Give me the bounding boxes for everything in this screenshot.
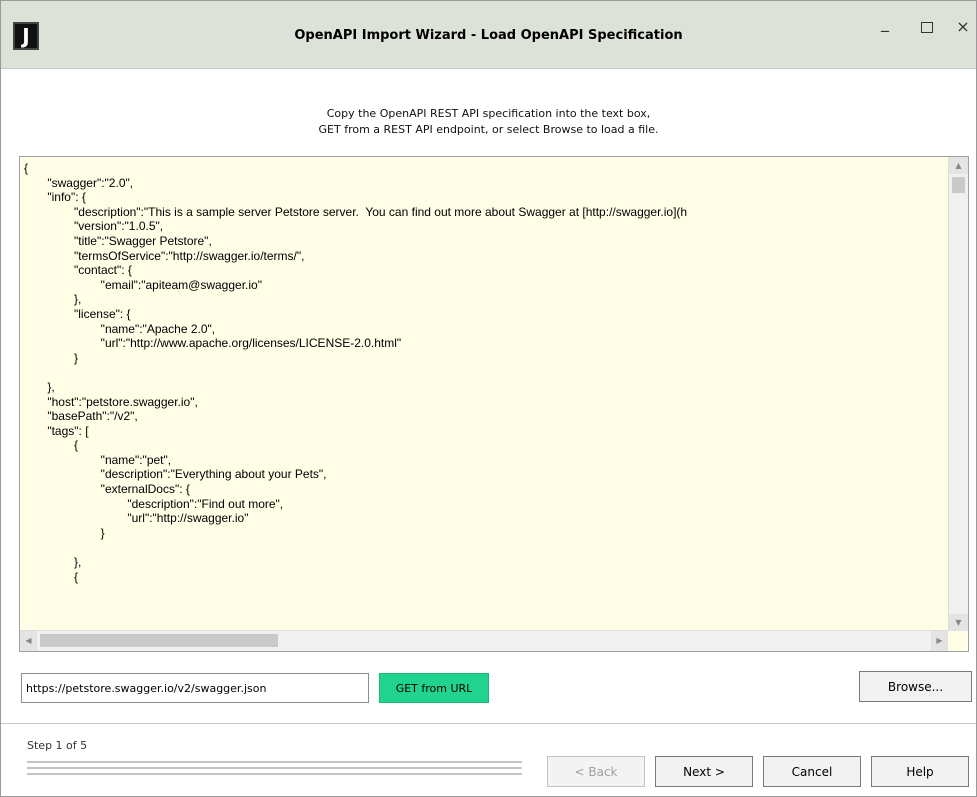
get-from-url-button[interactable]: GET from URL <box>379 673 489 703</box>
window-title: OpenAPI Import Wizard - Load OpenAPI Spe… <box>294 28 683 43</box>
horizontal-scrollbar[interactable]: ◀ ▶ <box>20 630 948 651</box>
title-bar: J OpenAPI Import Wizard - Load OpenAPI S… <box>1 1 976 69</box>
step-indicator: Step 1 of 5 <box>27 739 88 752</box>
scroll-down-icon[interactable]: ▼ <box>949 614 968 631</box>
next-button[interactable]: Next > <box>655 756 753 787</box>
maximize-icon <box>921 22 933 33</box>
instruction-text: Copy the OpenAPI REST API specification … <box>1 106 976 138</box>
spec-text-box[interactable]: { "swagger":"2.0", "info": { "descriptio… <box>19 156 969 652</box>
help-button[interactable]: Help <box>871 756 969 787</box>
url-input[interactable] <box>21 673 369 703</box>
instruction-line-1: Copy the OpenAPI REST API specification … <box>326 107 651 120</box>
browse-button[interactable]: Browse... <box>859 671 972 702</box>
wizard-progress-bar <box>27 761 522 777</box>
footer-divider <box>1 723 976 724</box>
horizontal-scroll-thumb[interactable] <box>40 634 278 647</box>
vertical-scroll-thumb[interactable] <box>952 177 965 193</box>
instruction-line-2: GET from a REST API endpoint, or select … <box>318 123 659 136</box>
scroll-up-icon[interactable]: ▲ <box>949 157 968 174</box>
scroll-left-icon[interactable]: ◀ <box>20 631 37 651</box>
cancel-button[interactable]: Cancel <box>763 756 861 787</box>
vertical-scrollbar[interactable]: ▲ ▼ <box>948 157 968 631</box>
minimize-button[interactable]: _ <box>873 13 897 37</box>
scrollbar-corner <box>949 631 968 651</box>
close-button[interactable]: × <box>951 17 975 41</box>
back-button[interactable]: < Back <box>547 756 645 787</box>
spec-text-content[interactable]: { "swagger":"2.0", "info": { "descriptio… <box>20 157 948 629</box>
maximize-button[interactable] <box>915 17 939 41</box>
scroll-right-icon[interactable]: ▶ <box>931 631 948 651</box>
wizard-window: J OpenAPI Import Wizard - Load OpenAPI S… <box>0 0 977 797</box>
